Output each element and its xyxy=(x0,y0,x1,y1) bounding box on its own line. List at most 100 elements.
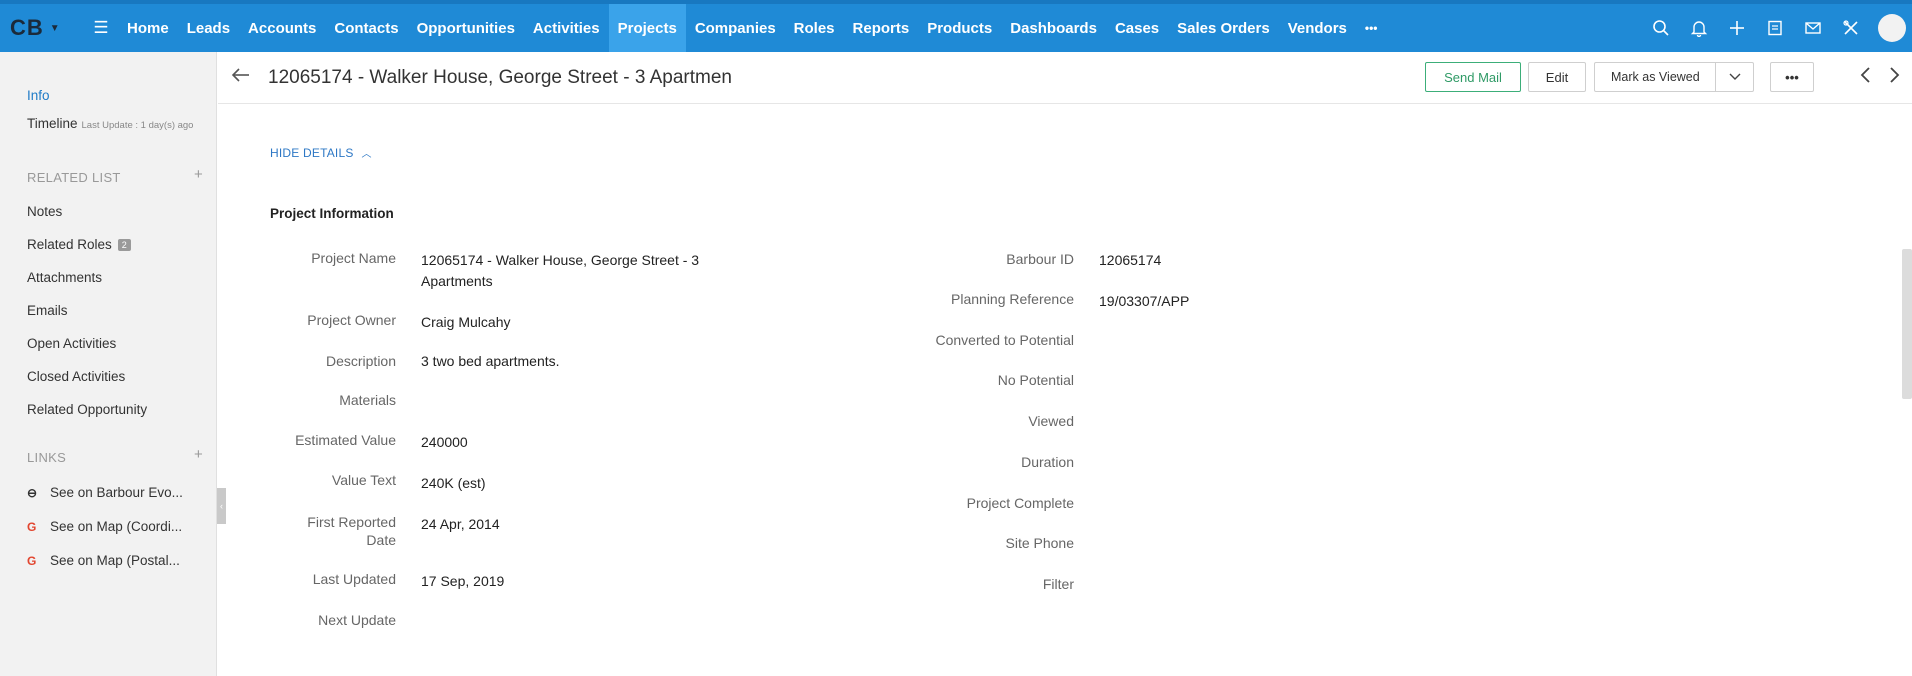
description-value[interactable]: 3 two bed apartments. xyxy=(421,351,741,372)
project-owner-value[interactable]: Craig Mulcahy xyxy=(421,312,741,333)
nav-tab-companies[interactable]: Companies xyxy=(686,4,785,52)
nav-utility-icons xyxy=(1642,4,1906,52)
nav-tab-products[interactable]: Products xyxy=(918,4,1001,52)
top-navigation-bar: CB ▼ ☰ Home Leads Accounts Contacts Oppor… xyxy=(0,0,1912,52)
collapse-sidebar-handle[interactable]: ‹ xyxy=(217,488,226,524)
field-label: Project Complete xyxy=(966,495,1074,511)
sidebar-item-info[interactable]: Info xyxy=(27,88,50,103)
record-sidebar: Info Timeline Last Update : 1 day(s) ago … xyxy=(0,52,217,676)
field-label: Estimated Value xyxy=(295,432,396,448)
field-label: Materials xyxy=(339,392,396,408)
sidebar-item-open-activities[interactable]: Open Activities xyxy=(27,336,116,351)
nav-tab-dashboards[interactable]: Dashboards xyxy=(1001,4,1106,52)
hide-details-toggle[interactable]: HIDE DETAILS ︿ xyxy=(270,145,372,160)
tools-icon[interactable] xyxy=(1832,4,1870,52)
chevron-down-icon[interactable] xyxy=(1715,63,1753,91)
chevron-up-icon: ︿ xyxy=(361,149,372,160)
mail-icon[interactable] xyxy=(1794,4,1832,52)
nav-tab-projects[interactable]: Projects xyxy=(608,4,686,52)
bell-icon[interactable] xyxy=(1680,4,1718,52)
chevron-down-icon: ▼ xyxy=(49,22,61,34)
google-icon: G xyxy=(27,554,37,568)
scrollbar-thumb[interactable] xyxy=(1902,249,1912,399)
avatar[interactable] xyxy=(1878,14,1906,42)
add-link-icon[interactable]: + xyxy=(194,446,203,463)
mark-as-viewed-label: Mark as Viewed xyxy=(1611,70,1700,84)
sidebar-item-emails[interactable]: Emails xyxy=(27,303,68,318)
nav-tab-sales-orders[interactable]: Sales Orders xyxy=(1168,4,1279,52)
sidebar-item-label: Related Roles xyxy=(27,237,112,252)
brand-logo[interactable]: CB ▼ xyxy=(0,15,80,41)
project-name-value[interactable]: 12065174 - Walker House, George Street -… xyxy=(421,250,731,292)
add-related-list-icon[interactable]: + xyxy=(194,166,203,183)
nav-tab-activities[interactable]: Activities xyxy=(524,4,609,52)
sidebar-link-map-postal[interactable]: G See on Map (Postal... xyxy=(27,553,180,568)
record-title: 12065174 - Walker House, George Street -… xyxy=(268,67,732,88)
link-label: See on Map (Coordi... xyxy=(50,519,183,534)
search-icon[interactable] xyxy=(1642,4,1680,52)
nav-tab-cases[interactable]: Cases xyxy=(1106,4,1168,52)
calendar-icon[interactable] xyxy=(1756,4,1794,52)
edit-button[interactable]: Edit xyxy=(1528,62,1586,92)
field-label: Description xyxy=(325,353,396,369)
field-label: Planning Reference xyxy=(951,291,1074,307)
field-label: Converted to Potential xyxy=(935,332,1074,348)
mark-as-viewed-button[interactable]: Mark as Viewed xyxy=(1594,62,1754,92)
nav-more-icon[interactable]: ••• xyxy=(1356,4,1387,52)
planning-reference-value[interactable]: 19/03307/APP xyxy=(1099,293,1189,309)
sidebar-link-map-coordinates[interactable]: G See on Map (Coordi... xyxy=(27,519,182,534)
link-icon: ⊖ xyxy=(27,486,38,500)
send-mail-button[interactable]: Send Mail xyxy=(1425,62,1521,92)
next-record-icon[interactable] xyxy=(1887,66,1901,90)
previous-record-icon[interactable] xyxy=(1859,66,1873,90)
vertical-scrollbar[interactable] xyxy=(1902,104,1912,676)
nav-tab-roles[interactable]: Roles xyxy=(785,4,844,52)
back-arrow-icon[interactable] xyxy=(230,64,252,92)
nav-tab-home[interactable]: Home xyxy=(118,4,178,52)
nav-tab-leads[interactable]: Leads xyxy=(178,4,239,52)
hide-details-label: HIDE DETAILS xyxy=(270,146,354,160)
plus-icon[interactable] xyxy=(1718,4,1756,52)
sidebar-item-related-opportunity[interactable]: Related Opportunity xyxy=(27,402,147,417)
barbour-id-value[interactable]: 12065174 xyxy=(1099,252,1161,268)
field-label: Filter xyxy=(1042,576,1074,592)
nav-tab-opportunities[interactable]: Opportunities xyxy=(408,4,524,52)
field-label: Next Update xyxy=(318,612,396,628)
estimated-value-value[interactable]: 240000 xyxy=(421,432,741,453)
nav-tab-contacts[interactable]: Contacts xyxy=(325,4,407,52)
record-header: 12065174 - Walker House, George Street -… xyxy=(218,52,1912,104)
hamburger-menu-icon[interactable]: ☰ xyxy=(84,2,118,54)
nav-tab-accounts[interactable]: Accounts xyxy=(239,4,325,52)
first-reported-date-value[interactable]: 24 Apr, 2014 xyxy=(421,514,741,535)
count-badge: 2 xyxy=(117,239,131,251)
value-text-value[interactable]: 240K (est) xyxy=(421,473,741,494)
link-label: See on Barbour Evo... xyxy=(50,485,183,500)
related-list-heading: RELATED LIST xyxy=(27,170,121,185)
sidebar-item-attachments[interactable]: Attachments xyxy=(27,270,102,285)
nav-tab-reports[interactable]: Reports xyxy=(844,4,919,52)
field-label: Project Owner xyxy=(307,312,396,328)
links-heading: LINKS xyxy=(27,450,67,465)
field-label: Duration xyxy=(1021,454,1074,470)
nav-tab-vendors[interactable]: Vendors xyxy=(1279,4,1356,52)
field-label: Site Phone xyxy=(1005,535,1075,551)
more-actions-button[interactable]: ••• xyxy=(1770,62,1814,92)
brand-text: CB xyxy=(10,15,44,40)
link-label: See on Map (Postal... xyxy=(50,553,180,568)
module-tabs: Home Leads Accounts Contacts Opportuniti… xyxy=(118,4,1387,52)
field-label: Last Updated xyxy=(312,571,396,587)
sidebar-item-timeline[interactable]: Timeline Last Update : 1 day(s) ago xyxy=(27,116,193,131)
field-label: Viewed xyxy=(1028,413,1074,429)
section-title: Project Information xyxy=(270,206,394,221)
field-label: First Reported Date xyxy=(307,514,396,548)
field-label: Barbour ID xyxy=(1006,251,1074,267)
sidebar-item-closed-activities[interactable]: Closed Activities xyxy=(27,369,125,384)
sidebar-item-related-roles[interactable]: Related Roles 2 xyxy=(27,237,131,252)
field-label: No Potential xyxy=(997,372,1074,388)
last-updated-value[interactable]: 17 Sep, 2019 xyxy=(421,571,741,592)
sidebar-item-label: Timeline xyxy=(27,116,78,131)
google-icon: G xyxy=(27,520,37,534)
sidebar-link-barbour[interactable]: ⊖ See on Barbour Evo... xyxy=(27,485,183,500)
sidebar-item-notes[interactable]: Notes xyxy=(27,204,62,219)
field-label: Project Name xyxy=(311,250,396,266)
